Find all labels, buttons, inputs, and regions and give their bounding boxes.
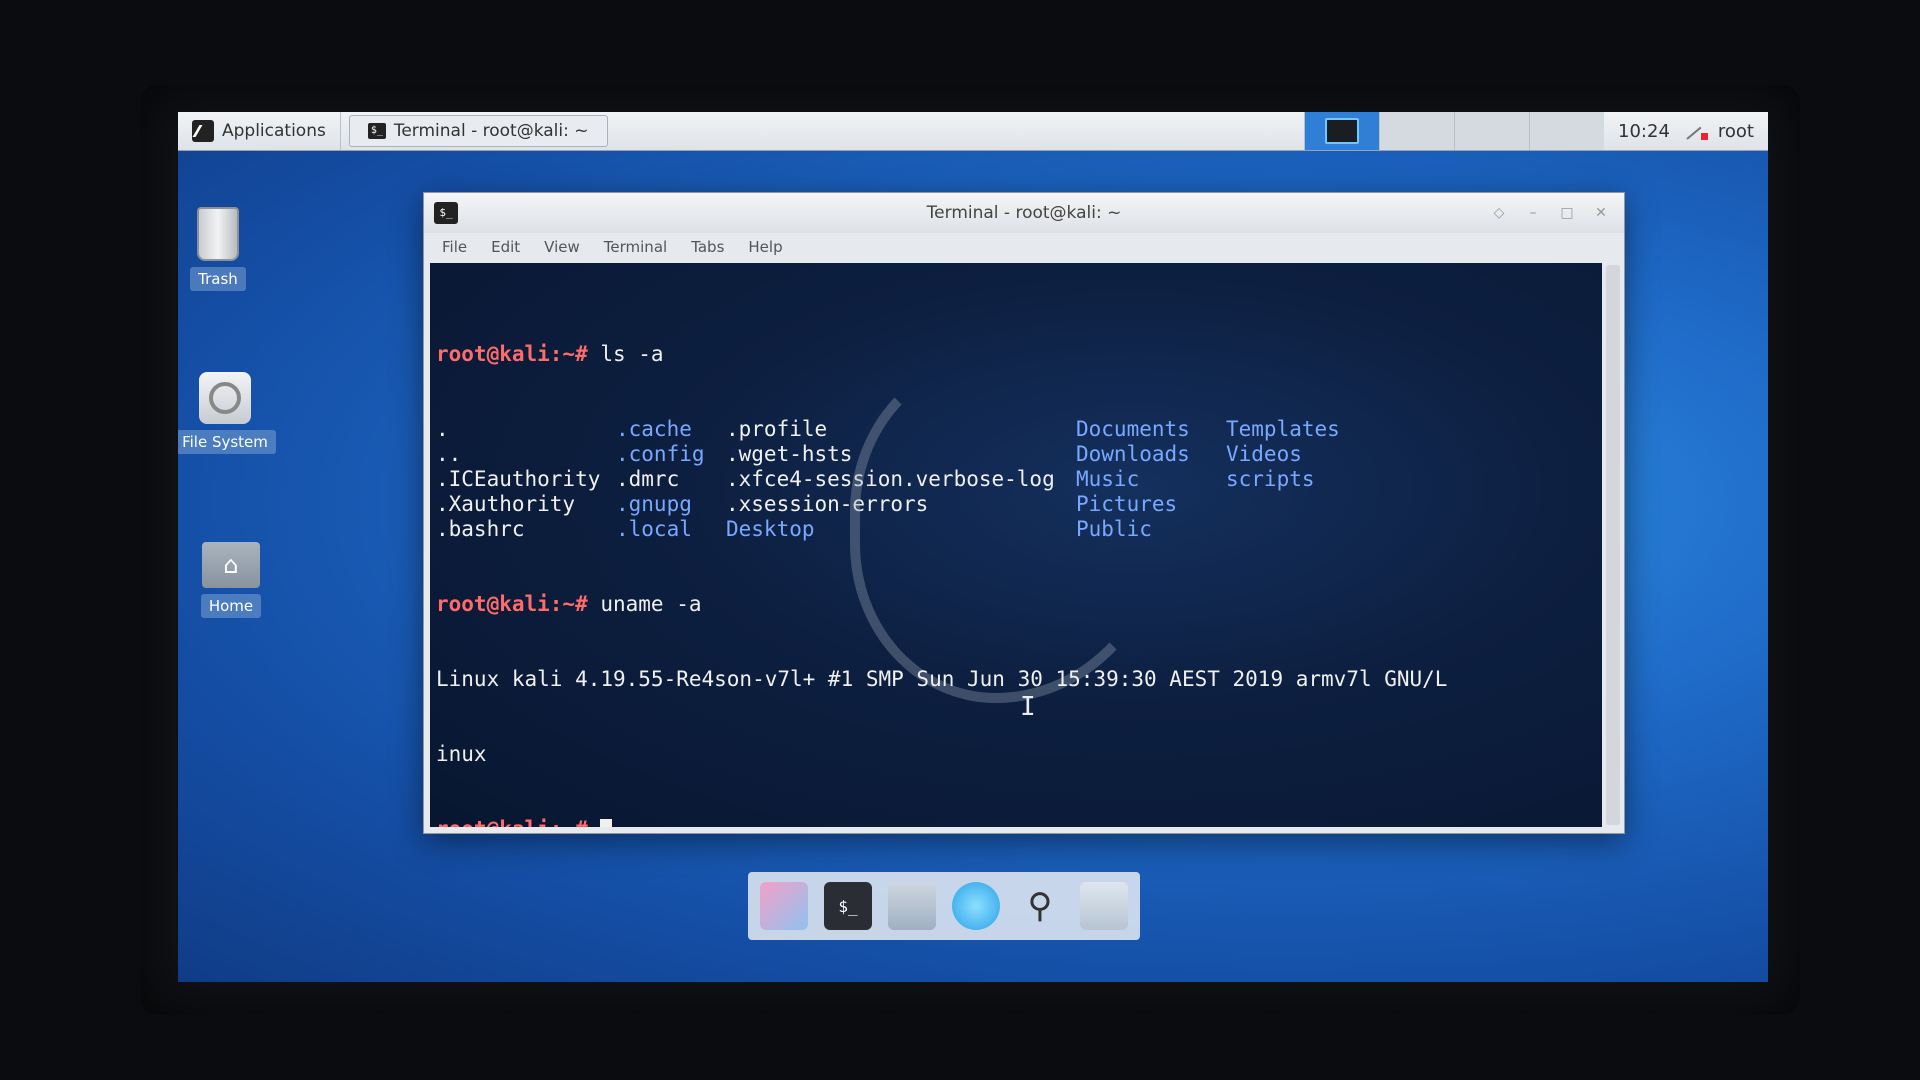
kali-dragon-watermark bbox=[850, 353, 1170, 703]
trash-icon bbox=[197, 207, 239, 261]
prompt: root@kali:~# bbox=[436, 342, 588, 366]
window-title: Terminal - root@kali: ~ bbox=[926, 203, 1122, 223]
maximize-icon[interactable]: □ bbox=[1554, 202, 1580, 224]
command-line-1: root@kali:~# ls -a bbox=[436, 342, 1596, 367]
menu-tabs[interactable]: Tabs bbox=[681, 236, 734, 258]
workspace-switcher bbox=[1304, 112, 1605, 150]
window-menubar: File Edit View Terminal Tabs Help bbox=[424, 233, 1624, 261]
applications-label: Applications bbox=[222, 121, 326, 141]
ls-entry: .. bbox=[436, 442, 462, 466]
terminal-icon: $_ bbox=[367, 123, 386, 139]
ls-entry: .dmrc bbox=[616, 467, 680, 491]
desktop-icon-home[interactable]: ⌂ Home bbox=[178, 542, 286, 618]
ls-entry: Videos bbox=[1226, 442, 1302, 466]
workspace-window-thumb bbox=[1325, 118, 1360, 144]
filesystem-label: File System bbox=[178, 430, 276, 454]
menu-view[interactable]: View bbox=[534, 236, 590, 258]
workspace-3[interactable] bbox=[1454, 112, 1530, 150]
kali-logo-icon bbox=[192, 120, 214, 142]
drive-icon bbox=[199, 372, 251, 424]
trash-label: Trash bbox=[190, 267, 246, 291]
folder-icon[interactable] bbox=[1080, 882, 1128, 930]
ls-entry: .local bbox=[616, 517, 692, 541]
desktop-icon-trash[interactable]: Trash bbox=[178, 207, 273, 291]
workspace-1[interactable] bbox=[1304, 112, 1380, 150]
ls-column-5: Templates Videos scripts bbox=[1226, 417, 1376, 542]
taskbar-terminal-label: Terminal - root@kali: ~ bbox=[393, 121, 589, 141]
text-cursor bbox=[600, 819, 613, 827]
command-line-3: root@kali:~# bbox=[436, 817, 1596, 827]
terminal-window: $_ Terminal - root@kali: ~ ◇ – □ ✕ File … bbox=[423, 192, 1625, 834]
uname-output-2: inux bbox=[436, 742, 487, 766]
workspace-4[interactable] bbox=[1529, 112, 1605, 150]
ls-entry: Templates bbox=[1226, 417, 1340, 441]
desktop-icon-filesystem[interactable]: File System bbox=[178, 372, 280, 454]
user-menu[interactable]: root bbox=[1710, 121, 1768, 142]
command-line-2: root@kali:~# uname -a bbox=[436, 592, 1596, 617]
command-text: ls -a bbox=[587, 342, 664, 366]
menu-help[interactable]: Help bbox=[738, 236, 792, 258]
panel-clock[interactable]: 10:24 bbox=[1604, 121, 1684, 142]
minimize-icon[interactable]: – bbox=[1520, 202, 1546, 224]
ls-entry: . bbox=[436, 417, 449, 441]
window-titlebar[interactable]: $_ Terminal - root@kali: ~ ◇ – □ ✕ bbox=[424, 193, 1624, 233]
ls-entry: .bashrc bbox=[436, 517, 525, 541]
terminal-scrollbar[interactable] bbox=[1606, 265, 1620, 825]
workspace-2[interactable] bbox=[1379, 112, 1455, 150]
window-menu-icon[interactable]: ◇ bbox=[1486, 202, 1512, 224]
ls-column-1: . .. .ICEauthority .Xauthority .bashrc bbox=[436, 417, 616, 542]
home-folder-icon: ⌂ bbox=[202, 542, 260, 588]
ls-entry: .config bbox=[616, 442, 705, 466]
ls-column-2: .cache .config .dmrc .gnupg .local bbox=[616, 417, 726, 542]
ls-entry: .gnupg bbox=[616, 492, 692, 516]
applications-menu[interactable]: Applications bbox=[178, 112, 341, 150]
ibeam-cursor-icon: I bbox=[1020, 692, 1036, 722]
terminal-launcher-icon[interactable]: $_ bbox=[824, 882, 872, 930]
show-desktop-icon[interactable] bbox=[760, 882, 808, 930]
top-panel: Applications $_ Terminal - root@kali: ~ … bbox=[178, 112, 1768, 151]
menu-file[interactable]: File bbox=[432, 236, 477, 258]
bottom-dock: $_ ⚲ bbox=[748, 872, 1140, 940]
taskbar-terminal-button[interactable]: $_ Terminal - root@kali: ~ bbox=[348, 115, 608, 147]
close-icon[interactable]: ✕ bbox=[1588, 202, 1614, 224]
file-manager-icon[interactable] bbox=[888, 882, 936, 930]
search-icon[interactable]: ⚲ bbox=[1016, 882, 1064, 930]
ls-entry: scripts bbox=[1226, 467, 1315, 491]
prompt: root@kali:~# bbox=[436, 817, 588, 827]
home-label: Home bbox=[200, 594, 262, 618]
window-controls: ◇ – □ ✕ bbox=[1486, 202, 1614, 224]
terminal-window-icon: $_ bbox=[434, 202, 458, 224]
uname-output-1: Linux kali 4.19.55-Re4son-v7l+ #1 SMP Su… bbox=[436, 667, 1448, 691]
ls-entry: .cache bbox=[616, 417, 692, 441]
network-icon[interactable] bbox=[1684, 120, 1710, 142]
menu-terminal[interactable]: Terminal bbox=[594, 236, 677, 258]
command-text: uname -a bbox=[587, 592, 702, 616]
ls-entry: .ICEauthority bbox=[436, 467, 601, 491]
terminal-output[interactable]: root@kali:~# ls -a . .. .ICEauthority .X… bbox=[430, 263, 1602, 827]
menu-edit[interactable]: Edit bbox=[481, 236, 530, 258]
prompt: root@kali:~# bbox=[436, 592, 588, 616]
desktop-screen: Applications $_ Terminal - root@kali: ~ … bbox=[178, 112, 1768, 982]
ls-entry: .Xauthority bbox=[436, 492, 576, 516]
web-browser-icon[interactable] bbox=[952, 882, 1000, 930]
